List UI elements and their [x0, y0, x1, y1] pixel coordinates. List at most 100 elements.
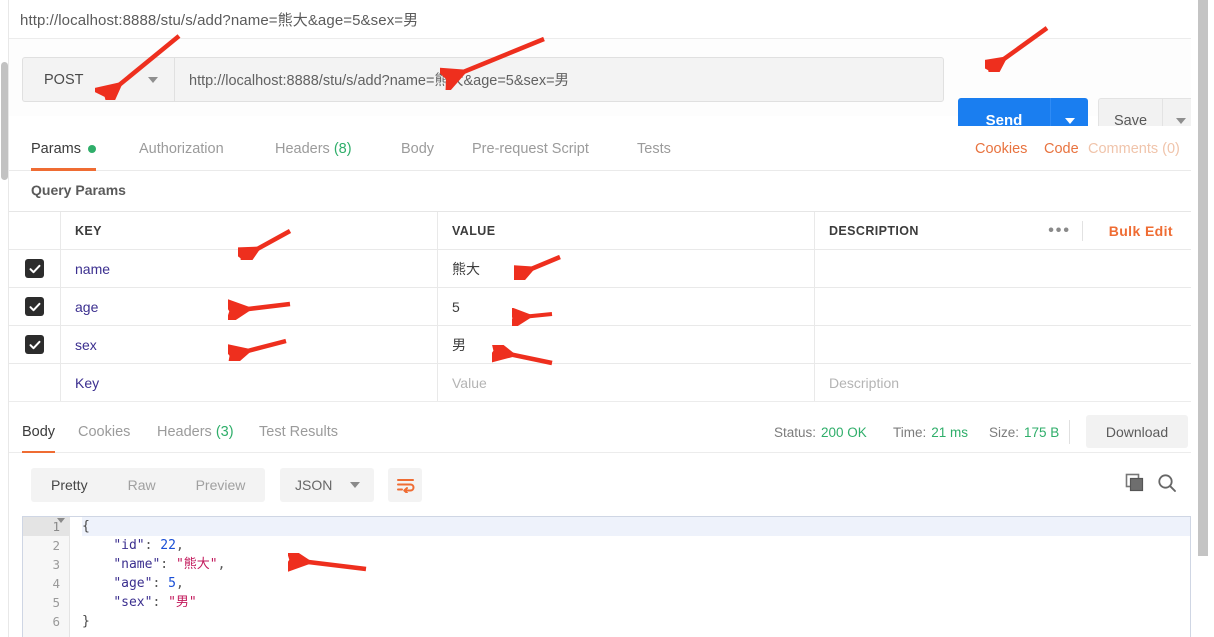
view-pretty[interactable]: Pretty: [31, 468, 108, 502]
link-comments[interactable]: Comments (0): [1088, 126, 1180, 171]
method-label: POST: [44, 71, 84, 88]
header-description: DESCRIPTION ••• Bulk Edit: [815, 212, 1191, 249]
tab-label: Headers: [157, 424, 212, 440]
link-cookies[interactable]: Cookies: [975, 126, 1027, 171]
right-edge-below: [1191, 556, 1214, 637]
json-comma: ,: [175, 538, 184, 553]
tab-body[interactable]: Body: [401, 126, 434, 171]
more-options-icon[interactable]: •••: [1048, 222, 1071, 240]
json-key: "age": [113, 576, 153, 591]
description-input-empty[interactable]: Description: [815, 364, 1191, 401]
json-sep: :: [144, 538, 161, 553]
json-line: }: [82, 612, 1190, 631]
method-selector[interactable]: POST: [22, 57, 174, 102]
key-input-empty[interactable]: Key: [61, 364, 438, 401]
header-divider: [1082, 221, 1083, 241]
tab-headers[interactable]: Headers (8): [275, 126, 352, 171]
check-icon: [29, 302, 40, 311]
bulk-edit-link[interactable]: Bulk Edit: [1109, 223, 1173, 239]
size-value: 175 B: [1024, 424, 1060, 440]
chevron-down-icon: [350, 482, 360, 488]
line-number: 4: [52, 576, 60, 591]
line-number: 6: [52, 614, 60, 629]
description-name[interactable]: [815, 250, 1191, 287]
page-scrollbar-thumb[interactable]: [1198, 0, 1208, 556]
word-wrap-button[interactable]: [388, 468, 422, 502]
format-selector[interactable]: JSON: [280, 468, 374, 502]
check-icon: [29, 340, 40, 349]
description-age[interactable]: [815, 288, 1191, 325]
response-tab-body[interactable]: Body: [22, 410, 56, 454]
row-checkbox-cell: [9, 288, 61, 325]
value-name[interactable]: 熊大: [438, 250, 815, 287]
json-value: 22: [160, 538, 176, 553]
json-comma: ,: [217, 557, 226, 572]
tab-pre-request-script[interactable]: Pre-request Script: [472, 126, 589, 171]
request-row: POST http://localhost:8888/stu/s/add?nam…: [9, 39, 1200, 143]
search-button[interactable]: [1157, 473, 1177, 498]
checkbox-name[interactable]: [25, 259, 44, 278]
table-row: sex 男: [9, 326, 1191, 364]
size-label: Size:: [989, 424, 1020, 440]
tab-params[interactable]: Params: [31, 126, 96, 171]
table-row: name 熊大: [9, 250, 1191, 288]
copy-button[interactable]: [1125, 473, 1145, 498]
view-raw[interactable]: Raw: [108, 468, 176, 502]
tab-label: Authorization: [139, 140, 224, 157]
json-value: "熊大": [175, 557, 218, 572]
chevron-down-icon: [1064, 117, 1075, 124]
response-tab-cookies[interactable]: Cookies: [78, 410, 130, 454]
browser-url-line: http://localhost:8888/stu/s/add?name=熊大&…: [9, 0, 1191, 39]
json-sep: :: [152, 576, 169, 591]
status-value: 200 OK: [821, 424, 867, 440]
tab-badge: (8): [333, 140, 352, 157]
description-sex[interactable]: [815, 326, 1191, 363]
json-comma: ,: [175, 576, 184, 591]
meta-divider: [1069, 420, 1070, 444]
key-age[interactable]: age: [61, 288, 438, 325]
postman-window: http://localhost:8888/stu/s/add?name=熊大&…: [0, 0, 1214, 637]
response-tab-headers[interactable]: Headers (3): [157, 410, 234, 454]
link-code[interactable]: Code: [1044, 126, 1079, 171]
unsaved-dot-icon: [87, 144, 96, 153]
line-number: 3: [52, 557, 60, 572]
line-number-gutter: 1 2 3 4 5 6: [23, 517, 70, 637]
url-input[interactable]: http://localhost:8888/stu/s/add?name=熊大&…: [174, 57, 944, 102]
chevron-down-icon: [148, 76, 158, 83]
tab-authorization[interactable]: Authorization: [139, 126, 224, 171]
key-name[interactable]: name: [61, 250, 438, 287]
tab-label: Test Results: [259, 424, 338, 440]
json-close-brace: }: [82, 614, 90, 629]
key-sex[interactable]: sex: [61, 326, 438, 363]
json-key: "name": [113, 557, 161, 572]
json-sep: :: [160, 557, 176, 572]
view-preview[interactable]: Preview: [176, 468, 266, 502]
json-line: "age": 5,: [82, 574, 1190, 593]
time-value: 21 ms: [931, 424, 969, 440]
tab-tests[interactable]: Tests: [637, 126, 671, 171]
line-number: 2: [52, 538, 60, 553]
value-input-empty[interactable]: Value: [438, 364, 815, 401]
table-header-row: KEY VALUE DESCRIPTION ••• Bulk Edit: [9, 212, 1191, 250]
json-key: "id": [113, 538, 145, 553]
response-body-viewer[interactable]: 1 2 3 4 5 6 { "id": 22, "name": "熊大", "a…: [22, 516, 1191, 637]
value-sex[interactable]: 男: [438, 326, 815, 363]
json-sep: :: [152, 595, 169, 610]
value-age[interactable]: 5: [438, 288, 815, 325]
json-value: "男": [168, 595, 197, 610]
response-tabs: Body Cookies Headers (3) Test Results St…: [9, 401, 1191, 454]
left-scrollbar-thumb[interactable]: [1, 62, 8, 180]
header-key: KEY: [61, 212, 438, 249]
json-key: "sex": [113, 595, 153, 610]
row-checkbox-cell-empty: [9, 364, 61, 401]
format-label: JSON: [295, 477, 333, 493]
json-value: 5: [168, 576, 176, 591]
download-button[interactable]: Download: [1086, 415, 1188, 448]
response-tab-test-results[interactable]: Test Results: [259, 410, 338, 454]
tab-label: Body: [401, 140, 435, 157]
fold-toggle-icon[interactable]: [57, 518, 65, 523]
checkbox-sex[interactable]: [25, 335, 44, 354]
status-badge: Status: 200 OK: [774, 410, 867, 454]
word-wrap-icon: [396, 479, 414, 493]
checkbox-age[interactable]: [25, 297, 44, 316]
